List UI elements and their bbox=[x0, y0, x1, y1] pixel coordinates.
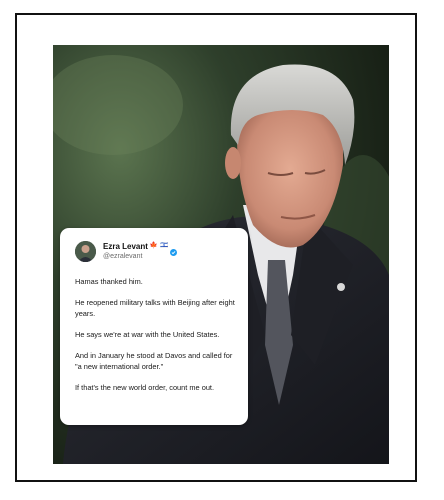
maple-leaf-icon: 🍁 bbox=[149, 242, 158, 250]
tweet-body: Hamas thanked him. He reopened military … bbox=[75, 276, 239, 403]
tweet-paragraph: He says we're at war with the United Sta… bbox=[75, 330, 220, 339]
author-name[interactable]: Ezra Levant bbox=[103, 242, 148, 251]
verified-badge-icon bbox=[170, 243, 178, 256]
israel-flag-icon: 🇮🇱 bbox=[160, 242, 169, 250]
tweet-paragraph: And in January he stood at Davos and cal… bbox=[75, 351, 233, 371]
tweet-paragraph: Hamas thanked him. bbox=[75, 277, 143, 286]
author-name-row: Ezra Levant 🍁 🇮🇱 bbox=[103, 241, 178, 256]
author-handle[interactable]: @ezralevant bbox=[103, 253, 142, 260]
tweet-paragraph: He reopened military talks with Beijing … bbox=[75, 298, 235, 318]
tweet-card[interactable]: Ezra Levant 🍁 🇮🇱 @ezralevant Hamas thank… bbox=[60, 228, 248, 425]
avatar[interactable] bbox=[75, 241, 96, 262]
avatar-image-icon bbox=[75, 241, 96, 262]
tweet-paragraph: If that's the new world order, count me … bbox=[75, 383, 215, 392]
